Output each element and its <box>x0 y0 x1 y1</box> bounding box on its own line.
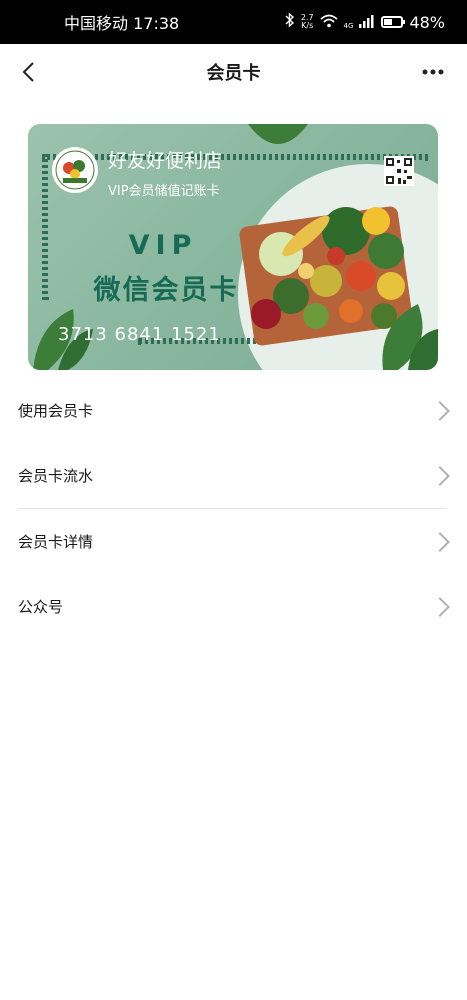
member-card[interactable]: 好友好便利店 VIP会员储值记账卡 VIP 微信会员卡 3713 6841 15… <box>28 124 438 370</box>
more-button[interactable] <box>411 50 455 94</box>
menu-item-label: 公众号 <box>18 598 64 616</box>
chevron-right-icon <box>430 596 450 617</box>
nav-bar: 会员卡 <box>0 44 467 100</box>
signal-icon <box>359 13 375 32</box>
card-dotted-line-left <box>42 154 48 300</box>
qr-code-icon[interactable] <box>384 156 414 186</box>
menu-item-label: 会员卡详情 <box>18 533 94 551</box>
network-type: 4G <box>343 22 354 30</box>
leaf-decoration-icon <box>248 124 308 144</box>
chevron-right-icon <box>430 531 450 552</box>
back-button[interactable] <box>6 50 50 94</box>
menu-list: 使用会员卡 会员卡流水 会员卡详情 公众号 <box>0 378 467 639</box>
wechat-member-card-label: 微信会员卡 <box>93 275 239 306</box>
leaf-decoration-icon <box>382 304 438 370</box>
menu-item-use-card[interactable]: 使用会员卡 <box>0 378 467 443</box>
menu-item-label: 会员卡流水 <box>18 467 94 485</box>
bluetooth-icon <box>285 12 295 32</box>
shop-logo-icon <box>52 147 98 193</box>
wifi-icon <box>319 13 338 32</box>
network-speed: 2.7 K/s <box>301 14 314 30</box>
card-subtitle: VIP会员储值记账卡 <box>108 184 220 199</box>
chevron-right-icon <box>430 400 450 421</box>
menu-item-official-account[interactable]: 公众号 <box>0 574 467 639</box>
more-dots-icon <box>422 69 444 75</box>
menu-item-card-transactions[interactable]: 会员卡流水 <box>0 443 467 508</box>
battery-icon <box>381 16 406 28</box>
back-chevron-icon <box>22 62 34 82</box>
speed-unit: K/s <box>301 21 314 30</box>
status-bar: 中国移动 17:38 2.7 K/s 4G 48% <box>0 0 467 44</box>
shop-name: 好友好便利店 <box>108 150 223 172</box>
card-dotted-line-top <box>42 154 428 160</box>
menu-item-card-details[interactable]: 会员卡详情 <box>0 509 467 574</box>
page-title: 会员卡 <box>206 63 261 84</box>
menu-item-label: 使用会员卡 <box>18 402 94 420</box>
chevron-right-icon <box>430 465 450 486</box>
battery-percent: 48% <box>409 12 445 32</box>
status-right: 2.7 K/s 4G 48% <box>285 12 445 32</box>
card-number: 3713 6841 1521 <box>58 324 221 345</box>
vip-label: VIP <box>128 230 198 261</box>
carrier-time: 中国移动 17:38 <box>64 14 180 33</box>
status-left: 中国移动 17:38 <box>64 10 179 34</box>
